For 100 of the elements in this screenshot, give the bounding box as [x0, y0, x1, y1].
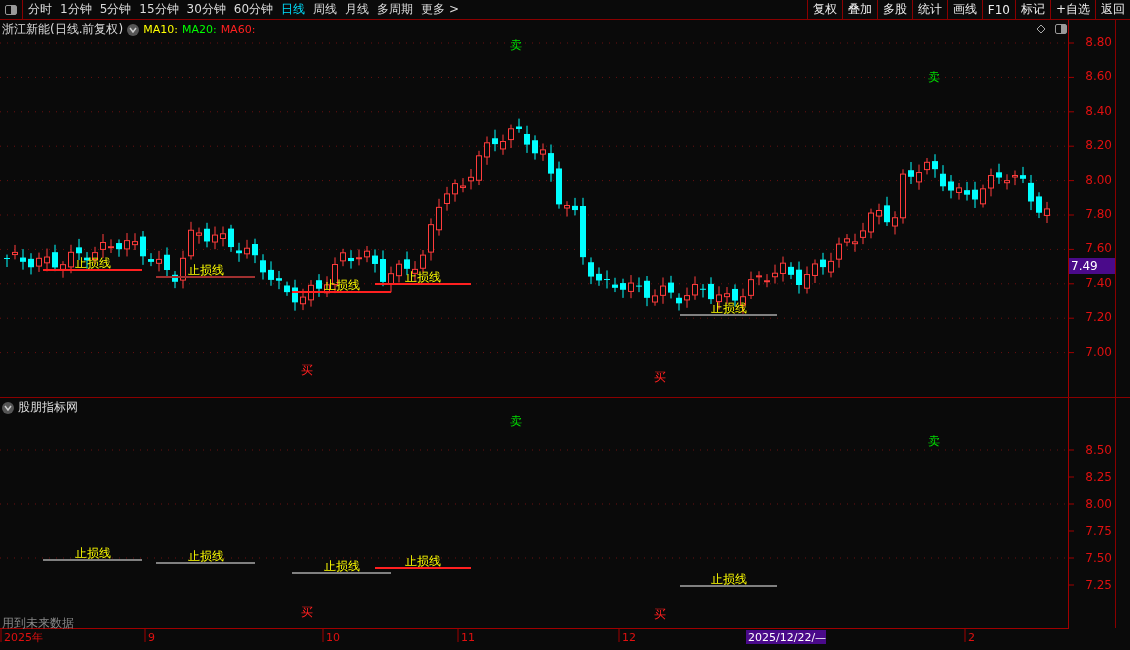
period-tab[interactable]: 5分钟: [96, 0, 135, 19]
candle: [388, 266, 394, 293]
candle: [540, 142, 546, 162]
candle: [932, 153, 938, 179]
toolbar-button[interactable]: 多股: [876, 0, 912, 19]
dropdown-icon[interactable]: [127, 23, 140, 36]
period-tab[interactable]: 60分钟: [230, 0, 277, 19]
candle: [868, 208, 874, 239]
candle: [268, 260, 274, 287]
ma-label: MA60:: [220, 23, 256, 36]
toolbar-button[interactable]: 返回: [1095, 0, 1130, 19]
candle: [180, 250, 186, 289]
candle: [636, 276, 642, 293]
period-tab[interactable]: 15分钟: [136, 0, 182, 19]
candle: [900, 168, 906, 225]
price-label: 7.60: [1085, 241, 1112, 256]
candle: [652, 288, 658, 307]
toolbar-button[interactable]: 统计: [911, 0, 947, 19]
ma-label: MA20:: [181, 23, 217, 36]
candle: [20, 248, 26, 271]
candle: [1004, 173, 1010, 190]
candle: [244, 239, 250, 260]
candle: [604, 269, 610, 289]
toolbar-button[interactable]: F10: [981, 0, 1015, 19]
toolbar-button[interactable]: 标记: [1014, 0, 1050, 19]
price-label: 8.40: [1085, 103, 1112, 118]
candle: [364, 245, 370, 263]
candle: [684, 287, 690, 309]
signal-label: 买: [301, 363, 313, 377]
stop-loss-line: 止损线: [679, 300, 778, 316]
indicator-value-label: 7.75: [1085, 524, 1112, 538]
candle: [780, 256, 786, 283]
diamond-icon[interactable]: [1036, 24, 1046, 34]
candle: [852, 233, 858, 253]
ma-label: MA10:: [143, 23, 178, 36]
price-label: 7.40: [1085, 275, 1112, 290]
price-label: 7.20: [1085, 310, 1112, 325]
candle: [452, 178, 458, 203]
candle: [508, 124, 514, 149]
period-tab[interactable]: 分时: [25, 0, 55, 19]
candle: [628, 274, 634, 299]
signal-label: 卖: [928, 70, 940, 84]
candle: [692, 275, 698, 301]
candle: [348, 249, 354, 270]
candle: [548, 144, 554, 183]
candle: [516, 118, 522, 134]
candle: [956, 182, 962, 201]
candle: [300, 288, 306, 311]
toolbar-button[interactable]: 复权: [806, 0, 842, 19]
candle: [60, 260, 66, 279]
candle: [676, 292, 682, 312]
toolbar-button[interactable]: +自选: [1049, 0, 1095, 19]
candle: [660, 276, 666, 305]
stop-loss-line: 止损线: [155, 262, 256, 278]
candle: [420, 249, 426, 273]
candle: [100, 233, 106, 259]
candle: [460, 177, 466, 193]
candle: [12, 244, 18, 260]
candle: [948, 174, 954, 199]
period-tab[interactable]: 30分钟: [183, 0, 229, 19]
period-tab[interactable]: 1分钟: [57, 0, 95, 19]
indicator-value-label: 7.50: [1085, 551, 1112, 565]
candle: [172, 270, 178, 289]
price-label: 7.80: [1085, 207, 1112, 221]
date-label: 12: [622, 631, 636, 644]
candle: [316, 273, 322, 298]
toolbar-button[interactable]: 叠加: [841, 0, 877, 19]
indicator-value-label: 7.25: [1085, 578, 1112, 592]
signal-label: 买: [301, 605, 313, 619]
date-label: 9: [148, 631, 155, 644]
candle: [1012, 170, 1018, 186]
candle: [468, 168, 474, 190]
candle: [796, 261, 802, 295]
period-tab[interactable]: 月线: [342, 0, 373, 19]
period-tab[interactable]: 周线: [310, 0, 341, 19]
candle: [892, 210, 898, 235]
candle: [996, 163, 1002, 185]
date-label: 2: [968, 631, 975, 644]
candle: [396, 259, 402, 283]
toolbar-button[interactable]: 画线: [946, 0, 982, 19]
candle: [844, 233, 850, 247]
period-tab[interactable]: 多周期: [374, 0, 417, 19]
candle: [164, 246, 170, 278]
signal-label: 卖: [510, 414, 522, 428]
candle: [228, 224, 234, 253]
candle: [580, 197, 586, 266]
candle: [68, 244, 74, 274]
candle: [148, 252, 154, 267]
dropdown-icon[interactable]: [2, 401, 14, 414]
more-button[interactable]: 更多 >: [418, 0, 462, 19]
candle: [236, 242, 242, 263]
candle: [444, 186, 450, 212]
candle: [828, 252, 834, 278]
candle: [260, 253, 266, 281]
period-tab[interactable]: 日线: [278, 0, 309, 19]
candle: [212, 226, 218, 250]
candle: [764, 273, 770, 288]
candle: [556, 161, 562, 210]
candle: [668, 275, 674, 299]
panel-toggle-icon[interactable]: [1054, 23, 1068, 35]
